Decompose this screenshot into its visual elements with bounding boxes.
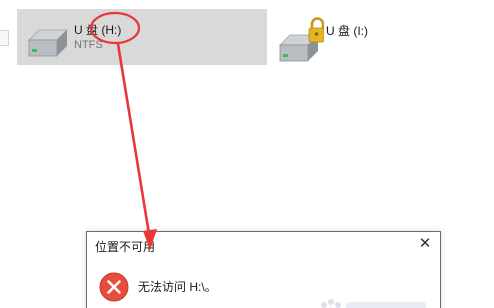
location-unavailable-dialog: 位置不可用 ✕ 无法访问 H:\。 [86,231,441,308]
usb-drive-icon [28,29,68,57]
explorer-view: U 盘 (H:) NTFS U 盘 (I:) 位置不可用 ✕ 无法访问 H:\。 [0,0,494,308]
drive-h-tile[interactable]: U 盘 (H:) NTFS [17,9,267,65]
dialog-message: 无法访问 H:\。 [138,280,217,294]
partial-tile-edge [0,30,9,46]
drive-h-label: U 盘 (H:) [74,23,122,37]
annotation-arrow-shaft [116,42,152,242]
dialog-title: 位置不可用 [95,240,156,254]
drive-i-label: U 盘 (I:) [326,24,368,38]
close-button[interactable]: ✕ [416,235,434,253]
error-icon [99,272,129,302]
paw-watermark-icon [321,299,426,308]
locked-usb-drive-icon [279,17,324,62]
drive-i-tile[interactable]: U 盘 (I:) [270,9,470,65]
drive-h-filesystem: NTFS [74,39,103,51]
